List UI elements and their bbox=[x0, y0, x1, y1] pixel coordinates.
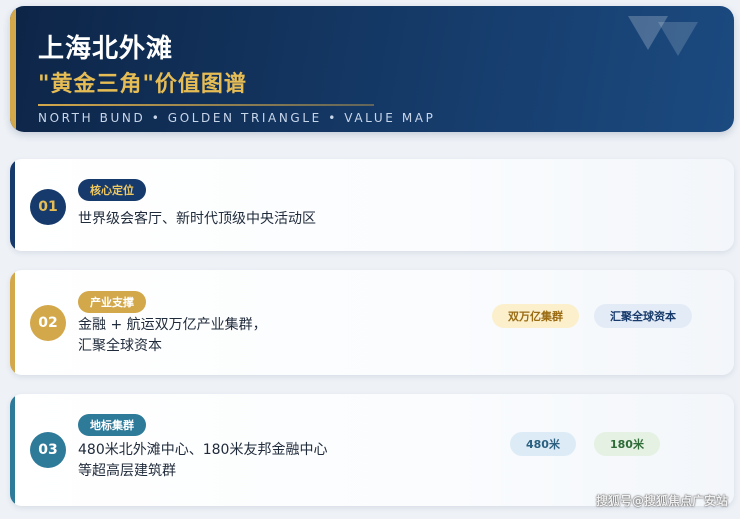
card-industry-support: 02 产业支撑 金融 + 航运双万亿产业集群， 汇聚全球资本 双万亿集群 汇聚全… bbox=[10, 270, 734, 375]
header-banner: 上海北外滩 "黄金三角"价值图谱 NORTH BUND • GOLDEN TRI… bbox=[10, 6, 734, 132]
card-core-positioning: 01 核心定位 世界级会客厅、新时代顶级中央活动区 bbox=[10, 159, 734, 251]
watermark: 搜狐号@搜狐焦点广安站 bbox=[595, 494, 728, 508]
pill-badge: 汇聚全球资本 bbox=[594, 304, 692, 328]
card-accent-bar bbox=[10, 270, 15, 375]
card-description: 世界级会客厅、新时代顶级中央活动区 bbox=[78, 209, 316, 230]
card-number-badge: 01 bbox=[30, 189, 66, 225]
card-number-badge: 02 bbox=[30, 305, 66, 341]
card-number-badge: 03 bbox=[30, 432, 66, 468]
card-tag: 核心定位 bbox=[78, 179, 146, 201]
card-description-line: 世界级会客厅、新时代顶级中央活动区 bbox=[78, 211, 316, 227]
card-tag: 地标集群 bbox=[78, 414, 146, 436]
card-description-line: 480米北外滩中心、180米友邦金融中心 bbox=[78, 442, 328, 458]
card-tag: 产业支撑 bbox=[78, 291, 146, 313]
header-english-line: NORTH BUND • GOLDEN TRIANGLE • VALUE MAP bbox=[38, 111, 436, 125]
page-subtitle: "黄金三角"价值图谱 bbox=[38, 72, 247, 97]
header-divider bbox=[38, 104, 374, 106]
pill-badge: 双万亿集群 bbox=[492, 304, 579, 328]
header-accent-bar bbox=[10, 6, 16, 132]
pill-badge: 180米 bbox=[594, 432, 660, 456]
triangle-decoration-icon bbox=[658, 22, 698, 56]
card-accent-bar bbox=[10, 159, 15, 251]
card-description-line: 汇聚全球资本 bbox=[78, 338, 162, 354]
card-description: 480米北外滩中心、180米友邦金融中心 等超高层建筑群 bbox=[78, 440, 327, 482]
card-accent-bar bbox=[10, 394, 15, 506]
card-description-line: 等超高层建筑群 bbox=[78, 463, 176, 479]
card-description-line: 金融 + 航运双万亿产业集群， bbox=[78, 317, 267, 333]
card-landmark-cluster: 03 地标集群 480米北外滩中心、180米友邦金融中心 等超高层建筑群 480… bbox=[10, 394, 734, 506]
card-description: 金融 + 航运双万亿产业集群， 汇聚全球资本 bbox=[78, 315, 267, 357]
pill-badge: 480米 bbox=[510, 432, 576, 456]
page-title: 上海北外滩 bbox=[38, 34, 174, 64]
